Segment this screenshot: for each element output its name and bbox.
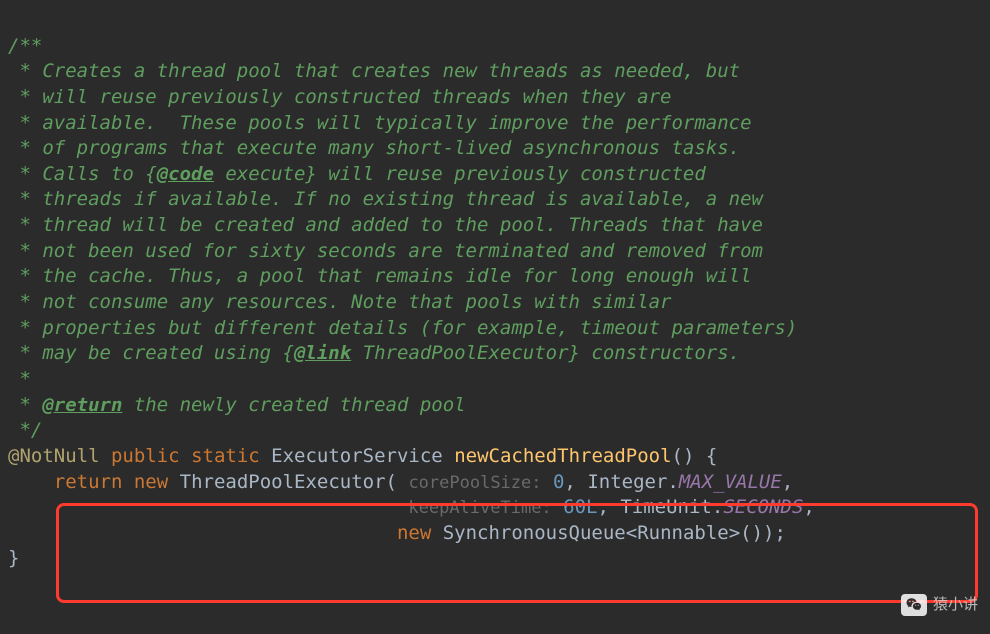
javadoc-line: * not consume any resources. Note that p… [8,291,671,313]
javadoc-line: * may be created using {@link ThreadPool… [8,342,740,364]
javadoc-line: * Creates a thread pool that creates new… [8,60,740,82]
javadoc-tag-link: @link [294,342,351,364]
javadoc-line: * threads if available. If no existing t… [8,188,763,210]
javadoc-line: * available. These pools will typically … [8,112,752,134]
close-brace: } [8,547,19,569]
watermark: 猿小讲 [901,594,978,616]
javadoc-line: * not been used for sixty seconds are te… [8,240,763,262]
javadoc-close: */ [8,419,42,441]
javadoc-line: * Calls to {@code execute} will reuse pr… [8,163,706,185]
code-block: /** * Creates a thread pool that creates… [8,8,982,572]
javadoc-tag-code: @code [157,163,214,185]
javadoc-line: * thread will be created and added to th… [8,214,763,236]
javadoc-tag-return: @return [42,394,122,416]
javadoc-line: * of programs that execute many short-li… [8,137,740,159]
javadoc-line: * properties but different details (for … [8,317,797,339]
javadoc-line: * [8,368,31,390]
param-hint-corepoolsize: corePoolSize: [408,473,541,493]
javadoc-line: * the cache. Thus, a pool that remains i… [8,265,752,287]
method-signature: @NotNull public static ExecutorService n… [8,445,717,467]
return-line-3: new SynchronousQueue<Runnable>()); [8,522,786,544]
method-name: newCachedThreadPool [454,445,671,467]
return-line-1: return new ThreadPoolExecutor( corePoolS… [8,471,793,493]
return-line-2: keepAliveTime: 60L, TimeUnit.SECONDS, [8,496,815,518]
annotation-notnull: @NotNull [8,445,100,467]
watermark-text: 猿小讲 [933,595,978,615]
javadoc-line: * will reuse previously constructed thre… [8,86,671,108]
wechat-icon [901,594,927,616]
javadoc-line: * @return the newly created thread pool [8,394,466,416]
javadoc-open: /** [8,35,42,57]
param-hint-keepalivetime: keepAliveTime: [408,498,551,518]
